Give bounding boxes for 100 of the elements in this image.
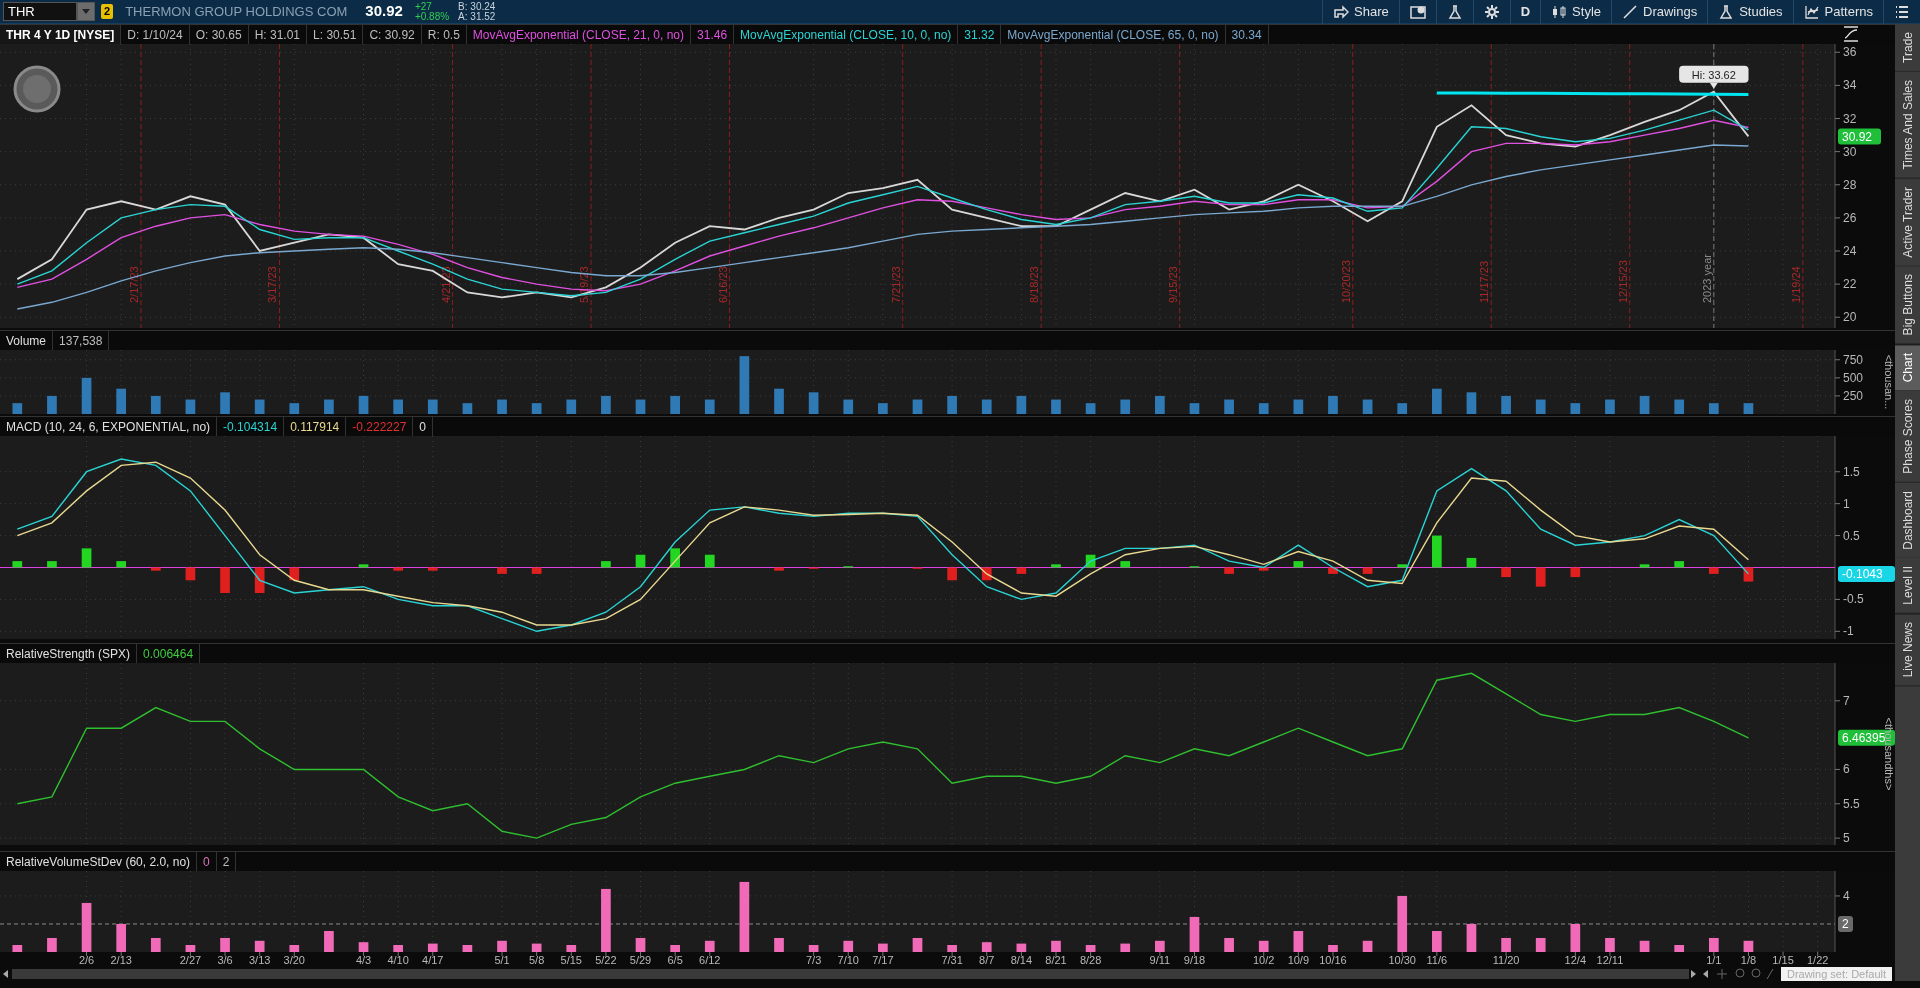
- relative-volume-bar: [1639, 940, 1650, 952]
- histogram-bar: [1501, 567, 1511, 578]
- histogram-bar: [1466, 557, 1477, 568]
- relative-volume-bar: [1362, 940, 1373, 952]
- relative-volume-bar: [878, 943, 888, 952]
- side-tab[interactable]: Times And Sales: [1895, 71, 1920, 179]
- dropdown-button[interactable]: [77, 2, 95, 21]
- date-label: 1/15: [1772, 954, 1794, 966]
- symbol-field[interactable]: THR: [3, 2, 77, 21]
- studies-button[interactable]: Studies: [1707, 0, 1793, 24]
- percent-change: +0.88%: [414, 11, 450, 22]
- volume-bar: [1362, 399, 1373, 414]
- date-label: 2/27: [179, 954, 202, 966]
- ask-price: A: 31.52: [458, 11, 496, 22]
- relative-volume-bar: [1535, 938, 1546, 952]
- axis-unit-label: <thousan...: [1883, 354, 1895, 410]
- volume-bar: [47, 395, 57, 414]
- date-label: 3/13: [248, 954, 271, 966]
- relative-volume-bar: [981, 942, 992, 952]
- volume-bar: [878, 403, 888, 414]
- histogram-bar: [1258, 567, 1269, 571]
- relative-volume-bar: [1189, 916, 1200, 952]
- relative-volume-bar: [1293, 931, 1304, 952]
- volume-bar: [1016, 395, 1027, 414]
- relative-volume-bar: [1051, 940, 1061, 952]
- side-tab[interactable]: Trade: [1895, 24, 1920, 72]
- histogram-bar: [1535, 567, 1546, 587]
- side-tab[interactable]: Dashboard: [1895, 482, 1920, 559]
- histogram-bar: [601, 561, 611, 568]
- date-label: 8/21: [1045, 954, 1067, 966]
- side-tab[interactable]: Live News: [1895, 614, 1920, 687]
- link-badge[interactable]: 2: [101, 4, 114, 19]
- volume-bar: [981, 399, 992, 414]
- ref-line-label: 2: [1842, 917, 1849, 932]
- histogram-bar: [1362, 567, 1373, 574]
- relative-volume-bar: [393, 945, 403, 952]
- relative-volume-bar: [808, 945, 819, 952]
- histogram-bar: [1328, 567, 1338, 574]
- volume-bar: [704, 399, 715, 414]
- relative-volume-bar: [1397, 895, 1408, 952]
- relative-volume-bar: [289, 945, 300, 952]
- volume-bar: [843, 399, 854, 414]
- side-tab[interactable]: Big Buttons: [1895, 266, 1920, 345]
- date-label: 10/30: [1388, 954, 1416, 966]
- relative-volume-bar: [462, 945, 473, 952]
- volume-bar: [1051, 399, 1061, 414]
- side-tab[interactable]: Active Trader: [1895, 178, 1920, 267]
- axis-label: 0.5: [1843, 528, 1860, 543]
- histogram-bar: [531, 567, 542, 574]
- volume-bar: [1674, 399, 1685, 414]
- date-label: 6/12: [699, 954, 721, 966]
- axis-label: 34: [1843, 78, 1857, 93]
- relative-volume-bar: [81, 902, 92, 952]
- relative-volume-bar: [1432, 931, 1442, 952]
- date-label: 4/10: [387, 954, 409, 966]
- date-label: 1/8: [1740, 954, 1757, 966]
- volume-bar: [1224, 399, 1234, 414]
- scroll-thumb[interactable]: [12, 969, 1689, 979]
- date-label: 4/3: [355, 954, 372, 966]
- relative-volume-bar: [704, 940, 715, 952]
- relative-volume-bar: [1155, 940, 1165, 952]
- date-label: 4/17: [422, 954, 444, 966]
- histogram-bar: [150, 567, 161, 571]
- volume-bar: [393, 399, 403, 414]
- relative-volume-bar: [497, 940, 507, 952]
- relative-volume-bar: [1743, 940, 1754, 952]
- style-button[interactable]: Style: [1540, 0, 1611, 24]
- volume-bar: [185, 399, 196, 414]
- relative-volume-bar: [1328, 945, 1338, 952]
- histogram-bar: [427, 567, 438, 571]
- axis-label: 5.5: [1843, 796, 1860, 811]
- axis-label: 500: [1843, 370, 1864, 385]
- drawings-button[interactable]: Drawings: [1611, 0, 1708, 24]
- axis-label: 750: [1843, 352, 1864, 367]
- side-tab[interactable]: Chart: [1895, 344, 1920, 391]
- date-label: 5/1: [494, 954, 510, 966]
- volume-bar: [566, 399, 577, 414]
- axis-label: -1: [1843, 624, 1854, 639]
- histogram-bar: [1743, 567, 1754, 582]
- side-tab[interactable]: Level II: [1895, 558, 1920, 615]
- volume-bar: [358, 395, 369, 414]
- share-button[interactable]: Share: [1322, 0, 1399, 24]
- volume-bar: [1258, 403, 1269, 414]
- relative-volume-bar: [1708, 938, 1719, 952]
- zoom-controls-icon: [1714, 968, 1775, 980]
- date-label: 9/11: [1149, 954, 1171, 966]
- volume-bar: [254, 399, 265, 414]
- axis-label: 7: [1843, 693, 1850, 708]
- volume-bar: [912, 399, 923, 414]
- relative-volume-bar: [635, 938, 646, 952]
- date-label: 9/18: [1183, 954, 1206, 966]
- patterns-button[interactable]: Patterns: [1792, 0, 1883, 24]
- relative-volume-bar: [670, 945, 680, 952]
- histogram-bar: [393, 567, 403, 571]
- period-button[interactable]: D: [1509, 0, 1541, 24]
- caret-icon: [81, 7, 91, 16]
- date-label: 2/6: [78, 954, 95, 966]
- histogram-bar: [1570, 567, 1581, 578]
- volume-bar: [150, 395, 161, 414]
- side-tab[interactable]: Phase Scores: [1895, 390, 1920, 483]
